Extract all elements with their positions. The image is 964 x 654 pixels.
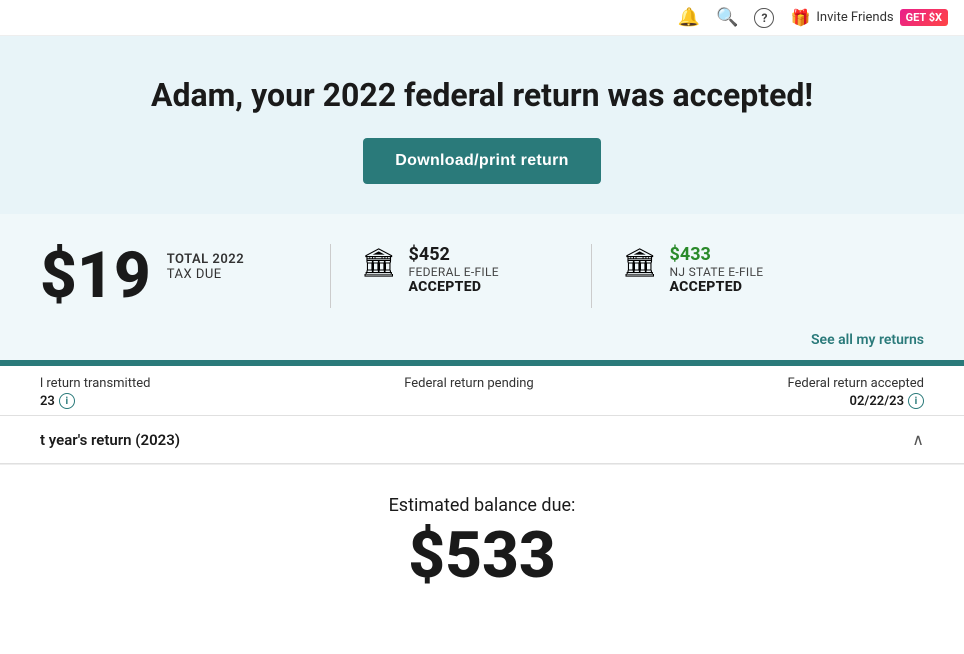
step-transmitted-date-row: 23 i (40, 393, 75, 409)
get-badge: GET $X (900, 9, 948, 26)
tax-due-label: TOTAL 2022 TAX DUE (167, 244, 244, 282)
step-accepted-label: Federal return accepted (787, 376, 924, 391)
nj-state-efile-block: 🏛 $433 NJ STATE E-FILE ACCEPTED (622, 244, 822, 295)
step-accepted: Federal return accepted 02/22/23 i (787, 376, 924, 409)
progress-steps: l return transmitted 23 i Federal return… (0, 366, 964, 415)
hero-title: Adam, your 2022 federal return was accep… (20, 76, 944, 114)
bell-icon[interactable]: 🔔 (678, 7, 700, 28)
federal-status: ACCEPTED (409, 279, 499, 295)
step-accepted-date: 02/22/23 (850, 394, 904, 409)
top-nav: 🔔 🔍 ? 🎁 Invite Friends GET $X (0, 0, 964, 36)
federal-efile-info: $452 FEDERAL E-FILE ACCEPTED (409, 244, 499, 295)
balance-label: Estimated balance due: (20, 495, 944, 516)
accordion-header[interactable]: t year's return (2023) ∧ (0, 416, 964, 464)
invite-friends-button[interactable]: 🎁 Invite Friends GET $X (790, 8, 948, 27)
step-transmitted-info-icon[interactable]: i (59, 393, 75, 409)
nj-status: ACCEPTED (670, 279, 764, 295)
gift-icon: 🎁 (790, 8, 810, 27)
progress-bar-fill (0, 360, 964, 366)
step-accepted-info-icon[interactable]: i (908, 393, 924, 409)
balance-section: Estimated balance due: $533 (0, 464, 964, 608)
chevron-up-icon: ∧ (912, 430, 924, 449)
search-icon[interactable]: 🔍 (716, 7, 738, 28)
help-icon[interactable]: ? (754, 8, 774, 28)
download-print-button[interactable]: Download/print return (363, 138, 600, 184)
federal-efile-block: 🏛 $452 FEDERAL E-FILE ACCEPTED (361, 244, 561, 295)
see-returns-row: See all my returns (0, 328, 964, 360)
federal-amount: $452 (409, 244, 499, 265)
nav-icons: 🔔 🔍 ? 🎁 Invite Friends GET $X (678, 7, 948, 28)
step-accepted-date-row: 02/22/23 i (850, 393, 924, 409)
summary-row: $19 TOTAL 2022 TAX DUE 🏛 $452 FEDERAL E-… (0, 214, 964, 328)
nj-label: NJ STATE E-FILE (670, 265, 764, 279)
hero-banner: Adam, your 2022 federal return was accep… (0, 36, 964, 214)
see-all-returns-link[interactable]: See all my returns (811, 332, 924, 348)
balance-amount: $533 (20, 524, 944, 588)
vertical-divider-1 (330, 244, 331, 308)
step-pending-label: Federal return pending (404, 376, 534, 391)
step-transmitted-label: l return transmitted (40, 376, 150, 391)
total-year-label: TOTAL 2022 (167, 252, 244, 267)
federal-label: FEDERAL E-FILE (409, 265, 499, 279)
vertical-divider-2 (591, 244, 592, 308)
progress-bar-container (0, 360, 964, 366)
step-transmitted: l return transmitted 23 i (40, 376, 150, 409)
tax-due-amount: $19 (40, 244, 151, 308)
step-pending: Federal return pending (404, 376, 534, 409)
tax-due-block: $19 TOTAL 2022 TAX DUE (40, 244, 300, 308)
section-accordion: t year's return (2023) ∧ (0, 415, 964, 464)
tax-due-text: TAX DUE (167, 267, 244, 282)
accordion-title: t year's return (2023) (40, 431, 180, 449)
step-transmitted-date: 23 (40, 394, 55, 409)
nj-bank-icon: 🏛 (622, 246, 658, 279)
nj-amount: $433 (670, 244, 764, 265)
progress-area: l return transmitted 23 i Federal return… (0, 360, 964, 415)
invite-friends-label: Invite Friends (816, 10, 893, 25)
federal-bank-icon: 🏛 (361, 246, 397, 279)
nj-efile-info: $433 NJ STATE E-FILE ACCEPTED (670, 244, 764, 295)
